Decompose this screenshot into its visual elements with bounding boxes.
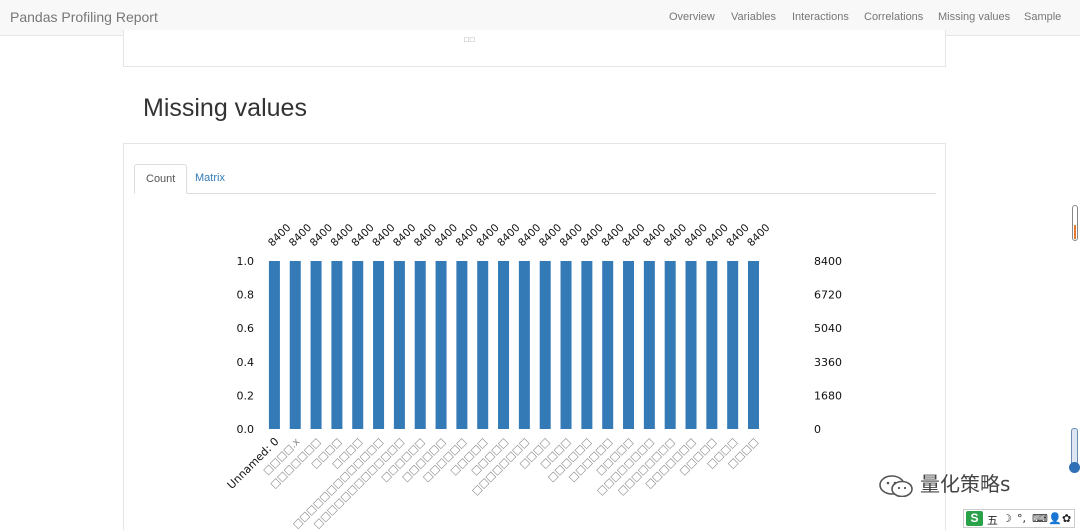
bar-count-label: 8400 — [454, 222, 481, 249]
bar-count-label: 8400 — [349, 222, 376, 249]
bar — [393, 261, 405, 429]
ime-toolbar[interactable]: S 五 ☽ °, ⌨ 👤 ✿ — [963, 509, 1075, 528]
scrollbar-thumb-fill — [1074, 225, 1076, 239]
bar-count-label: 8400 — [516, 222, 543, 249]
ime-logo-icon[interactable]: S — [966, 511, 983, 526]
bar — [435, 261, 447, 429]
bar-count-label: 8400 — [579, 222, 606, 249]
left-axis-tick-label: 0.8 — [237, 289, 255, 302]
bar-count-label: 8400 — [683, 222, 710, 249]
wechat-icon — [879, 474, 913, 497]
bar — [373, 261, 385, 429]
right-axis-tick-label: 5040 — [814, 322, 842, 335]
bar — [310, 261, 322, 429]
bar-count-label: 8400 — [745, 222, 772, 249]
bar — [518, 261, 530, 429]
bar — [477, 261, 489, 429]
missing-count-bar-chart: 0.00.20.40.60.81.00168033605040672084008… — [225, 222, 842, 530]
bar — [498, 261, 510, 429]
bar-count-label: 8400 — [724, 222, 751, 249]
bar — [289, 261, 301, 429]
skin-icon[interactable]: ✿ — [1062, 512, 1071, 525]
bar-count-label: 8400 — [537, 222, 564, 249]
bar — [581, 261, 593, 429]
left-axis-tick-label: 0.6 — [237, 322, 255, 335]
bar — [664, 261, 676, 429]
bar — [268, 261, 280, 429]
bar — [727, 261, 739, 429]
bar — [352, 261, 364, 429]
bar — [456, 261, 468, 429]
bar — [331, 261, 343, 429]
keyboard-icon[interactable]: ⌨ — [1032, 512, 1048, 525]
bar-count-label: 8400 — [641, 222, 668, 249]
bar-count-label: 8400 — [308, 222, 335, 249]
right-axis-tick-label: 3360 — [814, 356, 842, 369]
left-axis-tick-label: 0.0 — [237, 423, 255, 436]
bar — [414, 261, 426, 429]
bar-count-label: 8400 — [287, 222, 314, 249]
bar — [706, 261, 718, 429]
right-axis-tick-label: 0 — [814, 423, 821, 436]
thermometer-bulb-icon — [1069, 462, 1080, 473]
bar — [539, 261, 551, 429]
bar-count-label: 8400 — [266, 222, 293, 249]
bar-count-label: 8400 — [370, 222, 397, 249]
bar-count-label: 8400 — [433, 222, 460, 249]
bar — [560, 261, 572, 429]
bar-count-label: 8400 — [495, 222, 522, 249]
moon-icon[interactable]: ☽ — [1002, 512, 1012, 525]
right-axis-tick-label: 1680 — [814, 389, 842, 402]
punctuation-icon[interactable]: °, — [1017, 512, 1026, 525]
bar-count-label: 8400 — [474, 222, 501, 249]
left-axis-tick-label: 1.0 — [237, 255, 255, 268]
bar-count-label: 8400 — [620, 222, 647, 249]
bar — [623, 261, 635, 429]
bar-count-label: 8400 — [703, 222, 730, 249]
bar-count-label: 8400 — [412, 222, 439, 249]
ime-mode-wubi[interactable]: 五 — [987, 512, 998, 528]
user-icon[interactable]: 👤 — [1048, 512, 1062, 525]
left-axis-tick-label: 0.4 — [237, 356, 255, 369]
bar — [685, 261, 697, 429]
bar — [748, 261, 760, 429]
bar — [602, 261, 614, 429]
left-axis-tick-label: 0.2 — [237, 389, 255, 402]
watermark: 量化策略s — [878, 468, 1010, 497]
bar — [643, 261, 655, 429]
right-axis-tick-label: 6720 — [814, 289, 842, 302]
watermark-text: 量化策略s — [920, 472, 1011, 496]
bar-count-label: 8400 — [391, 222, 418, 249]
right-axis-tick-label: 8400 — [814, 255, 842, 268]
bar-count-label: 8400 — [558, 222, 585, 249]
scrollbar-thumb[interactable] — [1072, 205, 1078, 241]
bar-count-label: 8400 — [662, 222, 689, 249]
bar-count-label: 8400 — [329, 222, 356, 249]
bar-count-label: 8400 — [599, 222, 626, 249]
